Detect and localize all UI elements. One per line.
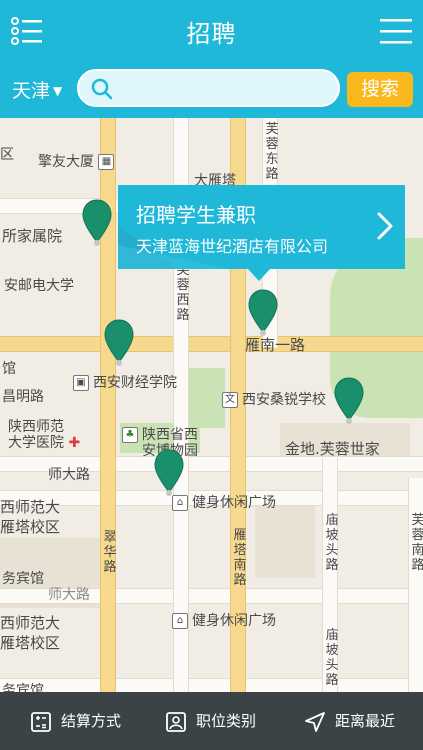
map-road-label: 庙坡头路 bbox=[325, 513, 339, 573]
map-road-label: 芙蓉西路 bbox=[176, 263, 190, 323]
map-label: 雁塔校区 bbox=[0, 518, 61, 536]
job-popup[interactable]: 招聘学生兼职 天津蓝海世纪酒店有限公司 bbox=[118, 185, 405, 281]
map-road-label: 庙坡头路 bbox=[325, 628, 339, 688]
popup-job-title: 招聘学生兼职 bbox=[136, 203, 256, 227]
map-road bbox=[0, 678, 423, 692]
map-road-label: 翠华路 bbox=[103, 530, 117, 575]
city-selector[interactable]: 天津 ▼ bbox=[12, 76, 62, 103]
location-arrow-icon bbox=[305, 712, 325, 732]
job-location-pin[interactable] bbox=[82, 198, 112, 248]
map-road-label: 芙蓉东路 bbox=[265, 122, 279, 182]
map-label: 师大路 bbox=[48, 467, 90, 483]
map-label: 区 bbox=[0, 147, 14, 163]
tab-payment-method[interactable]: 结算方式 bbox=[30, 692, 140, 750]
map-label: 安邮电大学 bbox=[4, 278, 74, 294]
school-icon: 文 bbox=[222, 392, 238, 408]
school-icon: ▣ bbox=[73, 375, 89, 391]
job-location-pin-selected[interactable] bbox=[248, 288, 278, 338]
map-label: 务宾馆 bbox=[2, 683, 44, 692]
park-icon: ♣ bbox=[122, 427, 138, 443]
calculator-icon bbox=[31, 712, 51, 732]
map-label: 馆 bbox=[2, 361, 16, 377]
map-label: 昌明路 bbox=[2, 389, 44, 405]
tab-job-category[interactable]: 职位类别 bbox=[165, 692, 275, 750]
search-box[interactable] bbox=[77, 69, 340, 107]
map-label: ⌂ 健身休闲广场 bbox=[172, 610, 276, 630]
map-label: 师大路 bbox=[48, 587, 90, 603]
id-card-icon bbox=[166, 712, 186, 732]
hamburger-menu-icon[interactable] bbox=[378, 13, 414, 49]
map-label: 文西安桑锐学校 bbox=[222, 389, 326, 409]
tab-label: 职位类别 bbox=[196, 712, 257, 730]
search-input[interactable] bbox=[119, 77, 333, 103]
map-label: 西师范大 bbox=[0, 614, 61, 632]
map-label: 擎友大厦 ▦ bbox=[38, 151, 118, 171]
square-icon: ⌂ bbox=[172, 613, 188, 629]
map-road-label: 芙蓉南路 bbox=[411, 513, 423, 573]
tab-nearest[interactable]: 距离最近 bbox=[304, 692, 414, 750]
map-road bbox=[408, 478, 423, 692]
tab-label: 距离最近 bbox=[335, 712, 396, 730]
popup-pointer bbox=[248, 269, 270, 281]
hospital-icon: ✚ bbox=[68, 435, 81, 451]
job-location-pin[interactable] bbox=[334, 376, 364, 426]
map-label: 大学医院 ✚ bbox=[8, 435, 81, 451]
search-bar: 天津 ▼ 搜索 bbox=[0, 62, 423, 118]
map-label: 务宾馆 bbox=[2, 571, 44, 587]
map-label: ▣ 西安财经学院 bbox=[73, 372, 177, 392]
map-label: 所家属院 bbox=[2, 227, 63, 245]
app-header: 招聘 bbox=[0, 0, 423, 62]
search-button[interactable]: 搜索 bbox=[347, 72, 413, 107]
caret-down-icon: ▼ bbox=[53, 84, 63, 98]
job-location-pin[interactable] bbox=[104, 318, 134, 368]
map-park bbox=[185, 368, 225, 428]
chevron-right-icon[interactable] bbox=[375, 211, 395, 241]
map-road bbox=[0, 336, 423, 352]
page-title: 招聘 bbox=[186, 20, 237, 48]
map-road-label: 雁塔南路 bbox=[233, 528, 247, 588]
map-label: ⌂ 健身休闲广场 bbox=[172, 492, 276, 512]
search-icon bbox=[91, 78, 113, 100]
map-label: 雁塔校区 bbox=[0, 634, 61, 652]
city-label: 天津 bbox=[12, 80, 51, 102]
job-location-pin[interactable] bbox=[154, 448, 184, 498]
building-icon: ▦ bbox=[98, 154, 115, 170]
map-label: 金地.芙蓉世家 bbox=[285, 440, 380, 458]
bottom-filter-bar: 结算方式 职位类别 距离最近 bbox=[0, 692, 423, 750]
tab-label: 结算方式 bbox=[61, 712, 122, 730]
popup-company: 天津蓝海世纪酒店有限公司 bbox=[136, 237, 329, 256]
map-label: 西师范大 bbox=[0, 498, 61, 516]
